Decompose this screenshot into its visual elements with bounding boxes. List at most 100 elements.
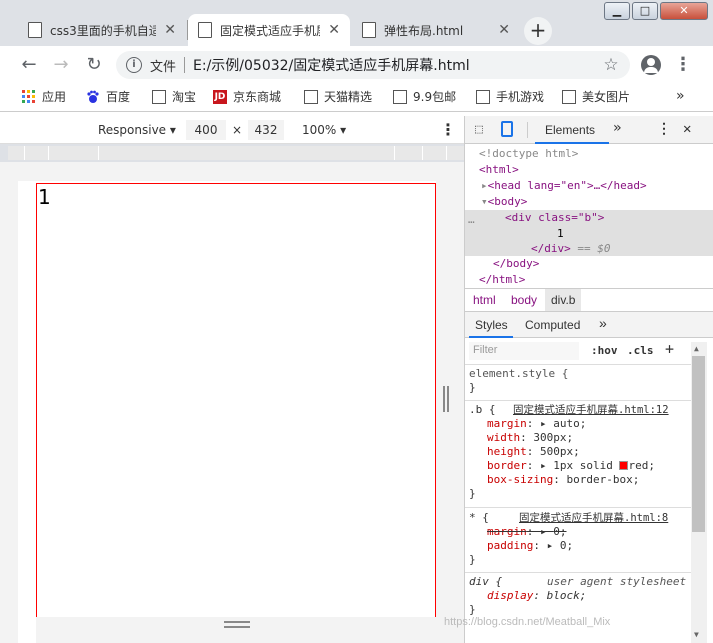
bookmark-label: 美女图片 <box>582 90 631 104</box>
minimize-button[interactable]: ▁ <box>604 2 630 20</box>
dom-doctype[interactable]: <!doctype html> <box>479 147 578 160</box>
bookmark-pics[interactable]: 美女图片 <box>562 88 630 105</box>
prop-name[interactable]: height <box>487 445 527 458</box>
div-content: 1 <box>38 185 51 209</box>
menu-icon[interactable]: ⋮ <box>672 54 694 76</box>
tab-active[interactable]: 固定模式适应手机屏 ✕ <box>188 14 350 46</box>
tab-styles[interactable]: Styles <box>475 318 508 332</box>
tab-strip: css3里面的手机自适 ✕ 固定模式适应手机屏 ✕ 弹性布局.html ✕ + … <box>0 0 713 46</box>
zoom-select[interactable]: 100% ▾ <box>302 123 346 137</box>
page-icon <box>562 89 576 104</box>
scrollbar-thumb[interactable] <box>692 356 705 532</box>
more-tabs-icon[interactable]: » <box>613 120 621 136</box>
tab-css3[interactable]: css3里面的手机自适 ✕ <box>18 14 186 46</box>
rule-close: } <box>469 487 476 500</box>
breadcrumb-body[interactable]: body <box>511 293 537 307</box>
width-input[interactable]: 400 <box>186 120 226 140</box>
element-style-selector[interactable]: element.style { <box>469 367 691 381</box>
star-rule: * { 固定模式适应手机屏幕.html:8 margin: ▸ 0; paddi… <box>465 511 691 573</box>
dom-div-close[interactable]: </div> == $0 <box>531 242 611 255</box>
zoom-label: 100% <box>302 123 337 137</box>
dom-html-close[interactable]: </html> <box>479 273 525 286</box>
star-selector[interactable]: * { <box>469 511 489 524</box>
device-toggle-icon[interactable] <box>501 121 513 137</box>
new-rule-icon[interactable]: + <box>665 340 674 358</box>
avatar[interactable] <box>641 55 661 75</box>
more-icon[interactable]: ⋮ <box>440 120 456 139</box>
tab-elements[interactable]: Elements <box>545 123 595 137</box>
prop-name[interactable]: margin <box>487 417 527 430</box>
rule-close: } <box>469 553 476 566</box>
dom-head[interactable]: ▸<head lang="en">…</head> <box>481 179 647 192</box>
b-source-link[interactable]: 固定模式适应手机屏幕.html:12 <box>513 403 669 417</box>
maximize-button[interactable]: □ <box>632 2 658 20</box>
breadcrumb-div-b[interactable]: div.b <box>545 289 581 311</box>
dom-html[interactable]: <html> <box>479 163 519 176</box>
bookmark-baidu[interactable]: 百度 <box>86 88 130 105</box>
dom-div-text[interactable]: 1 <box>557 227 564 240</box>
forward-icon[interactable]: → <box>50 54 72 76</box>
watermark: https://blog.csdn.net/Meatball_Mix <box>444 616 611 628</box>
close-icon[interactable]: ✕ <box>498 22 510 38</box>
b-selector[interactable]: .b { <box>469 403 496 416</box>
devtools-menu-icon[interactable]: ⋮ <box>657 121 671 137</box>
filter-input[interactable]: Filter <box>469 342 579 360</box>
bookmark-jd[interactable]: JD 京东商城 <box>213 88 281 105</box>
close-devtools-icon[interactable]: ✕ <box>683 121 691 137</box>
bookmark-taobao[interactable]: 淘宝 <box>152 88 196 105</box>
url-text[interactable]: E:/示例/05032/固定模式适应手机屏幕.html <box>193 55 470 75</box>
close-icon[interactable]: ✕ <box>164 22 176 38</box>
more-panes-icon[interactable]: » <box>599 315 607 331</box>
prop-value[interactable]: red; <box>628 459 655 472</box>
prop-name[interactable]: border <box>487 459 527 472</box>
close-icon[interactable]: ✕ <box>328 22 340 38</box>
file-icon <box>28 22 42 38</box>
prop-value[interactable]: auto; <box>553 417 586 430</box>
reload-icon[interactable]: ↻ <box>83 54 105 76</box>
page-icon <box>152 89 166 104</box>
prop-value[interactable]: 0; <box>560 539 573 552</box>
cls-toggle[interactable]: .cls <box>627 344 654 357</box>
dom-body-close[interactable]: </body> <box>493 257 539 270</box>
back-icon[interactable]: ← <box>18 54 40 76</box>
prop-value[interactable]: 300px; <box>533 431 573 444</box>
styles-scrollbar[interactable]: ▲ ▼ <box>691 342 707 643</box>
tab-computed[interactable]: Computed <box>525 318 580 332</box>
devtools-panel: ⬚ Elements » ⋮ ✕ <!doctype html> <html> … <box>464 116 713 643</box>
prop-name[interactable]: margin <box>487 525 527 538</box>
close-window-button[interactable]: ✕ <box>660 2 708 20</box>
bookmark-tmall[interactable]: 天猫精选 <box>304 88 372 105</box>
prop-name[interactable]: width <box>487 431 520 444</box>
prop-value[interactable]: border-box; <box>566 473 639 486</box>
bookmark-apps[interactable]: 应用 <box>22 88 66 105</box>
prop-value[interactable]: 1px solid <box>553 459 619 472</box>
tab-title: css3里面的手机自适 <box>50 23 157 38</box>
dom-body[interactable]: ▾<body> <box>481 195 527 208</box>
hov-toggle[interactable]: :hov <box>591 344 618 357</box>
star-source-link[interactable]: 固定模式适应手机屏幕.html:8 <box>519 511 668 525</box>
tab-flex[interactable]: 弹性布局.html ✕ <box>352 14 520 46</box>
prop-name[interactable]: padding <box>487 539 533 552</box>
dom-div-open[interactable]: <div class="b"> <box>505 211 604 224</box>
height-input[interactable]: 432 <box>248 120 284 140</box>
breadcrumb-html[interactable]: html <box>473 293 496 307</box>
new-tab-button[interactable]: + <box>524 17 552 45</box>
bookmark-games[interactable]: 手机游戏 <box>476 88 544 105</box>
device-mode-select[interactable]: Responsive ▾ <box>98 123 176 137</box>
prop-value[interactable]: 500px; <box>540 445 580 458</box>
bookmark-label: 手机游戏 <box>496 90 545 104</box>
ellipsis-icon[interactable]: … <box>468 213 475 226</box>
selected-marker: == $0 <box>577 242 611 255</box>
dom-head-text: <head lang="en">…</head> <box>487 179 647 192</box>
media-query-bar[interactable] <box>8 146 464 160</box>
star-icon[interactable]: ☆ <box>600 54 622 76</box>
resize-handle-right[interactable] <box>443 386 449 412</box>
bookmarks-bar: 应用 百度 淘宝 JD 京东商城 天猫精选 9.9包邮 手机游戏 美女图片 » <box>0 84 713 112</box>
prop-value[interactable]: 0; <box>553 525 566 538</box>
info-icon[interactable]: i <box>126 57 142 73</box>
inspect-icon[interactable]: ⬚ <box>475 122 483 137</box>
prop-name[interactable]: box-sizing <box>487 473 553 486</box>
bookmark-99[interactable]: 9.9包邮 <box>393 88 456 105</box>
more-bookmarks-icon[interactable]: » <box>676 88 685 104</box>
address-bar[interactable]: i 文件 E:/示例/05032/固定模式适应手机屏幕.html <box>116 51 630 79</box>
